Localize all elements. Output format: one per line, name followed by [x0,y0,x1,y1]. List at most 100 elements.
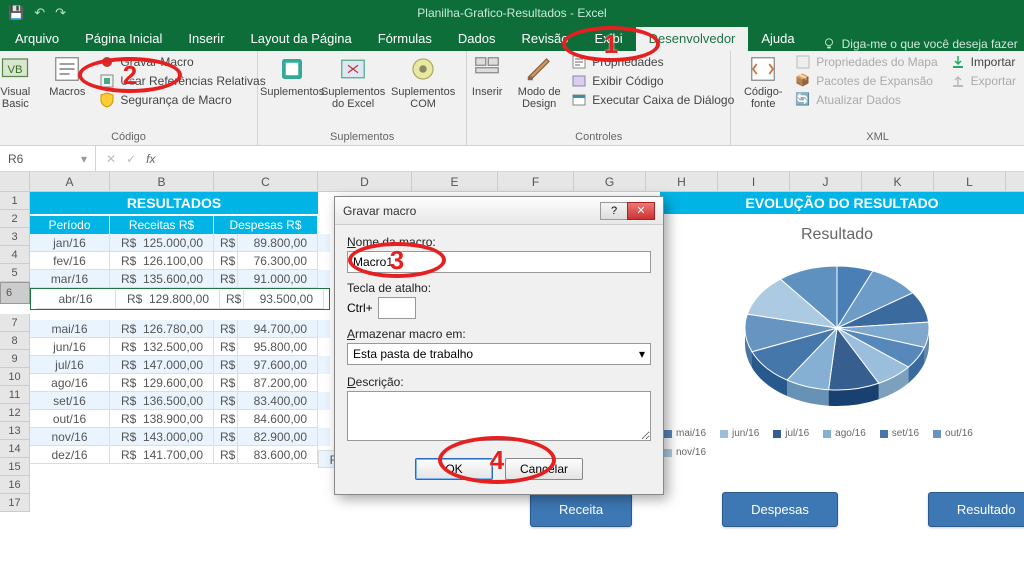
despesas-button[interactable]: Despesas [722,492,838,527]
row-header-14[interactable]: 14 [0,440,30,458]
table-row[interactable]: out/16R$138.900,00R$84.600,00 [30,410,330,428]
cancel-icon[interactable]: ✕ [106,152,116,166]
visual-basic-button[interactable]: VB Visual Basic [0,54,39,110]
chevron-down-icon[interactable]: ▾ [639,347,645,361]
col-header-M[interactable]: M [1006,172,1024,192]
chart-resultado[interactable]: Resultado mai/16 jun/16 jul/16 ago/16 se… [660,226,1014,482]
select-all-corner[interactable] [0,172,30,192]
propriedades-button[interactable]: Propriedades [571,54,734,70]
row-header-3[interactable]: 3 [0,228,30,246]
save-icon[interactable]: 💾 [8,5,24,21]
suplementos-excel-button[interactable]: Suplementos do Excel [320,54,386,110]
inserir-controle-button[interactable]: Inserir [463,54,511,98]
table-row[interactable]: dez/16R$141.700,00R$83.600,00 [30,446,330,464]
tell-me-text[interactable]: Diga-me o que você deseja fazer [842,37,1018,51]
tab-inserir[interactable]: Inserir [175,27,237,51]
table-row[interactable]: jan/16R$125.000,00R$89.800,00 [30,234,330,252]
tab-página-inicial[interactable]: Página Inicial [72,27,175,51]
row-header-11[interactable]: 11 [0,386,30,404]
table-row[interactable]: jul/16R$147.000,00R$97.600,00 [30,356,330,374]
row-header-9[interactable]: 9 [0,350,30,368]
exibir-codigo-button[interactable]: Exibir Código [571,73,734,89]
row-header-2[interactable]: 2 [0,210,30,228]
tab-fórmulas[interactable]: Fórmulas [365,27,445,51]
table-row[interactable]: abr/16R$129.800,00R$93.500,00 [30,288,330,310]
col-header-A[interactable]: A [30,172,110,192]
close-icon[interactable]: ✕ [627,202,655,220]
col-header-F[interactable]: F [498,172,574,192]
ok-button[interactable]: OK [415,458,493,480]
table-row[interactable]: set/16R$136.500,00R$83.400,00 [30,392,330,410]
col-header-I[interactable]: I [718,172,790,192]
col-header-D[interactable]: D [318,172,412,192]
descricao-input[interactable] [347,391,651,441]
codigo-fonte-button[interactable]: Código-fonte [739,54,787,110]
row-header-13[interactable]: 13 [0,422,30,440]
col-header-H[interactable]: H [646,172,718,192]
row-header-16[interactable]: 16 [0,476,30,494]
undo-icon[interactable]: ↶ [34,5,45,21]
gravar-macro-dialog: Gravar macro ? ✕ NNome da macro:ome da m… [334,196,664,495]
row-header-1[interactable]: 1 [0,192,30,210]
group-label-controles: Controles [575,131,622,145]
banner-resultados: RESULTADOS [30,192,318,216]
usar-referencias-button[interactable]: Usar Referências Relativas [99,73,265,89]
legend-item: jun/16 [720,428,759,439]
col-header-G[interactable]: G [574,172,646,192]
table-row[interactable]: jun/16R$132.500,00R$95.800,00 [30,338,330,356]
table-row[interactable]: nov/16R$143.000,00R$82.900,00 [30,428,330,446]
enter-icon[interactable]: ✓ [126,152,136,166]
formula-bar: R6▾ ✕ ✓ fx [0,146,1024,172]
tab-revisão[interactable]: Revisão [509,27,582,51]
col-header-K[interactable]: K [862,172,934,192]
chevron-down-icon[interactable]: ▾ [81,152,87,166]
nome-macro-input[interactable] [347,251,651,273]
data-table[interactable]: jan/16R$125.000,00R$89.800,00fev/16R$126… [30,234,330,464]
col-header-C[interactable]: C [214,172,318,192]
legend-item: mai/16 [664,428,706,439]
importar-button[interactable]: Importar [950,54,1016,70]
armazenar-select[interactable]: Esta pasta de trabalho ▾ [347,343,651,365]
atalho-input[interactable] [378,297,416,319]
chart-legend: mai/16 jun/16 jul/16 ago/16 set/16 out/1… [660,428,1014,458]
dialog-titlebar[interactable]: Gravar macro ? ✕ [335,197,663,225]
redo-icon[interactable]: ↷ [55,5,66,21]
tab-desenvolvedor[interactable]: Desenvolvedor [636,27,749,51]
col-header-E[interactable]: E [412,172,498,192]
col-header-L[interactable]: L [934,172,1006,192]
suplementos-button[interactable]: Suplementos [268,54,316,98]
table-row[interactable]: mar/16R$135.600,00R$91.000,00 [30,270,330,288]
receita-button[interactable]: Receita [530,492,632,527]
name-box[interactable]: R6▾ [0,146,96,171]
row-header-5[interactable]: 5 [0,264,30,282]
table-row[interactable]: mai/16R$126.780,00R$94.700,00 [30,320,330,338]
gravar-macro-button[interactable]: Gravar Macro [99,54,265,70]
col-header-J[interactable]: J [790,172,862,192]
tab-layout-da-página[interactable]: Layout da Página [238,27,365,51]
row-header-6[interactable]: 6 [0,282,30,304]
cancelar-button[interactable]: Cancelar [505,458,583,480]
row-header-4[interactable]: 4 [0,246,30,264]
executar-dialogo-button[interactable]: Executar Caixa de Diálogo [571,92,734,108]
suplementos-com-button[interactable]: Suplementos COM [390,54,456,110]
table-row[interactable]: ago/16R$129.600,00R$87.200,00 [30,374,330,392]
seguranca-macro-button[interactable]: Segurança de Macro [99,92,265,108]
tab-ajuda[interactable]: Ajuda [748,27,807,51]
fx-icon[interactable]: fx [146,152,155,166]
macros-button[interactable]: Macros [43,54,91,98]
row-header-17[interactable]: 17 [0,494,30,512]
table-row[interactable]: fev/16R$126.100,00R$76.300,00 [30,252,330,270]
resultado-button[interactable]: Resultado [928,492,1024,527]
tab-exibi[interactable]: Exibi [581,27,635,51]
modo-design-button[interactable]: Modo de Design [515,54,563,110]
row-header-12[interactable]: 12 [0,404,30,422]
col-header-B[interactable]: B [110,172,214,192]
tab-arquivo[interactable]: Arquivo [2,27,72,51]
row-header-7[interactable]: 7 [0,314,30,332]
formula-input[interactable] [165,146,1024,171]
row-header-10[interactable]: 10 [0,368,30,386]
row-header-15[interactable]: 15 [0,458,30,476]
tab-dados[interactable]: Dados [445,27,509,51]
help-icon[interactable]: ? [600,202,628,220]
row-header-8[interactable]: 8 [0,332,30,350]
